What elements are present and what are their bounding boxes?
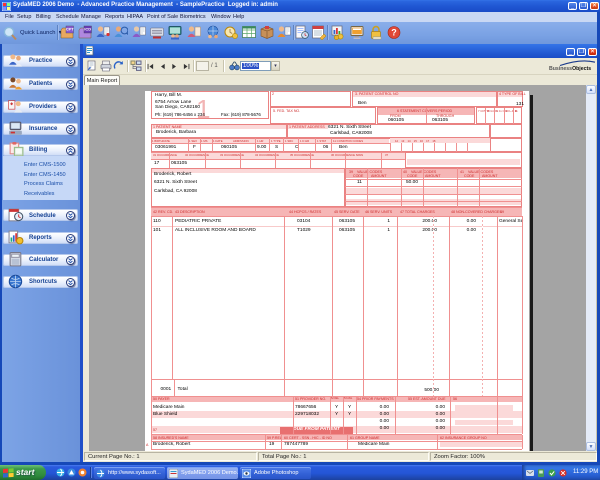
svg-text:CPT: CPT (66, 27, 74, 32)
svg-text:ICD: ICD (84, 27, 91, 32)
svg-text:?: ? (391, 27, 397, 37)
